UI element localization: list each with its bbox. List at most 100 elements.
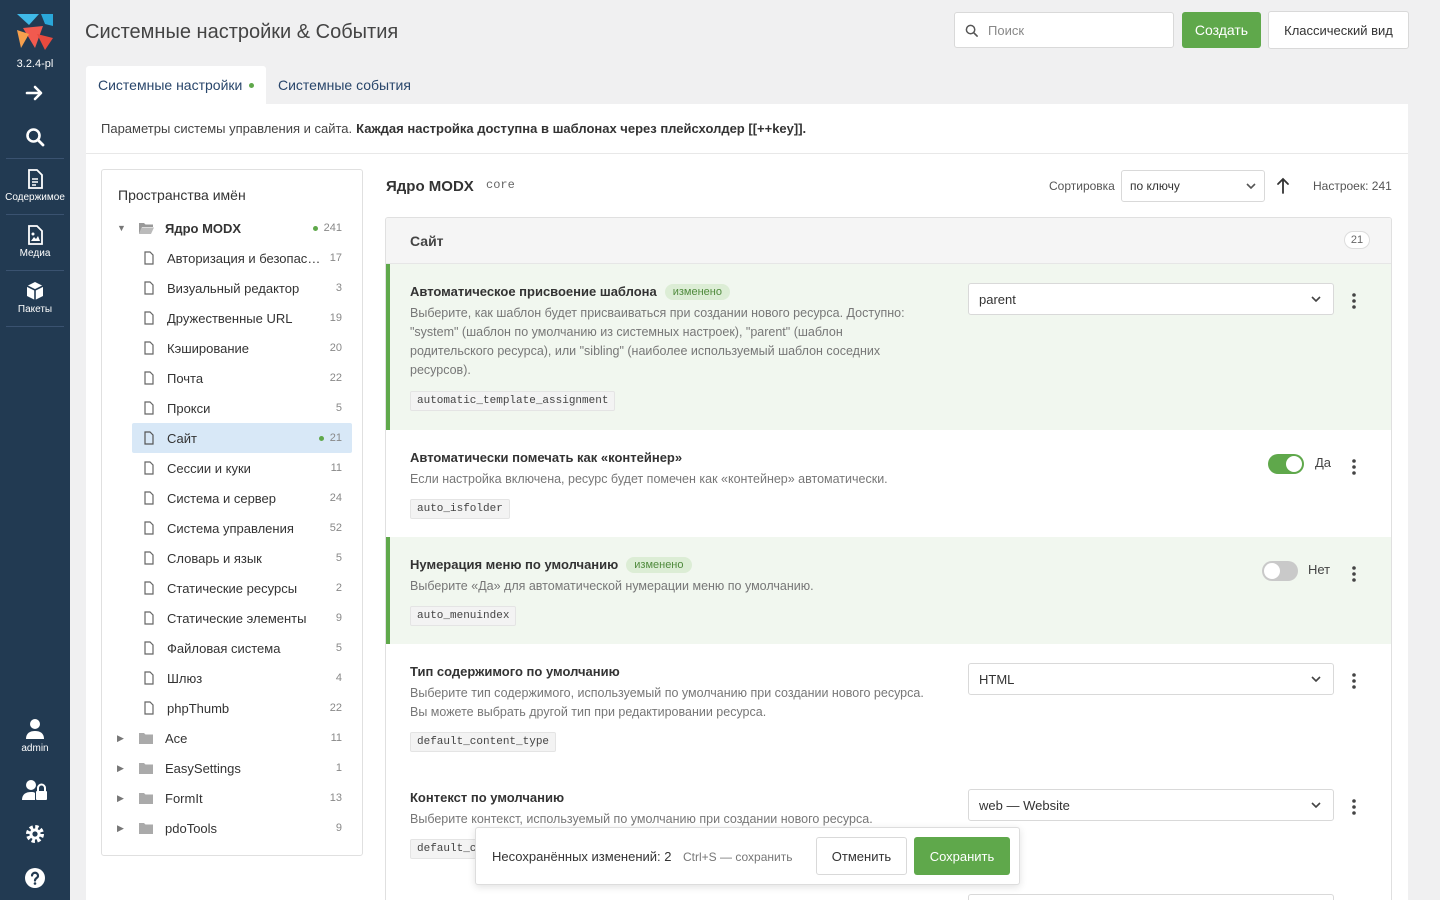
- sidebar-settings-button[interactable]: [0, 820, 70, 848]
- tab-system-settings[interactable]: Системные настройки: [86, 66, 267, 104]
- tree-node[interactable]: Авторизация и безопасность 17: [132, 243, 352, 273]
- namespace-tree-title: Пространства имён: [118, 187, 246, 203]
- gear-icon: [26, 825, 44, 843]
- tree-node-count: 5: [335, 552, 342, 564]
- modified-dot: [312, 225, 318, 231]
- caret-right-icon[interactable]: ▶: [117, 733, 127, 744]
- search-icon: [965, 24, 978, 37]
- tree-node[interactable]: Дружественные URL 19: [132, 303, 352, 333]
- sort-value: по ключу: [1130, 179, 1180, 193]
- cancel-button[interactable]: Отменить: [816, 837, 907, 875]
- sidebar-search-button[interactable]: [0, 124, 70, 150]
- tree-node-namespace[interactable]: ▶ pdoTools 9: [112, 813, 352, 843]
- sidebar-toggle-button[interactable]: [0, 80, 70, 106]
- tab-system-events[interactable]: Системные события: [266, 66, 423, 104]
- tree-node[interactable]: Кэширование 20: [132, 333, 352, 363]
- modx-logo[interactable]: [15, 12, 55, 52]
- tree-node-label: FormIt: [165, 790, 203, 806]
- search-icon: [26, 128, 45, 147]
- more-options-icon[interactable]: [1350, 564, 1358, 584]
- create-button[interactable]: Создать: [1182, 12, 1261, 48]
- tree-node-count: 1: [335, 762, 342, 774]
- tree-node-count: 5: [335, 642, 342, 654]
- tree-node[interactable]: Словарь и язык 5: [132, 543, 352, 573]
- file-icon: [144, 341, 154, 355]
- sidebar-divider: [6, 214, 64, 215]
- more-options-icon[interactable]: [1350, 797, 1358, 817]
- setting-select[interactable]: HTML: [968, 663, 1334, 695]
- tree-node-core[interactable]: ▼ Ядро MODX 241: [112, 213, 352, 243]
- setting-select[interactable]: parent: [968, 283, 1334, 315]
- sort-select[interactable]: по ключу: [1121, 170, 1265, 202]
- tree-node-label: Система и сервер: [167, 490, 277, 506]
- sidebar-access-button[interactable]: [0, 776, 70, 804]
- tree-node[interactable]: Почта 22: [132, 363, 352, 393]
- tree-node[interactable]: Файловая система 5: [132, 633, 352, 663]
- classic-view-button[interactable]: Классический вид: [1268, 11, 1409, 49]
- tree-node[interactable]: Визуальный редактор 3: [132, 273, 352, 303]
- search-box[interactable]: [954, 12, 1174, 48]
- arrow-right-icon: [25, 85, 43, 101]
- setting-row: Тип содержимого по умолчанию Выберите ти…: [386, 644, 1391, 770]
- tree-node[interactable]: Система управления 52: [132, 513, 352, 543]
- search-input[interactable]: [988, 22, 1158, 38]
- more-options-icon[interactable]: [1350, 291, 1358, 311]
- setting-key: auto_menuindex: [410, 606, 517, 626]
- tree-node[interactable]: Система и сервер 24: [132, 483, 352, 513]
- tree-node[interactable]: Сессии и куки 11: [132, 453, 352, 483]
- toggle-label: Нет: [1308, 562, 1331, 577]
- namespace-title: Ядро MODX: [386, 178, 474, 195]
- sort-direction-icon[interactable]: [1276, 176, 1290, 196]
- save-button[interactable]: Сохранить: [914, 837, 1010, 875]
- namespace-tree: Пространства имён ▼ Ядро MODX 241 Автори…: [101, 169, 363, 856]
- sidebar-item-media[interactable]: Медиа: [0, 222, 70, 262]
- caret-down-icon[interactable]: ▼: [117, 223, 127, 233]
- setting-toggle-on[interactable]: [1268, 454, 1304, 474]
- tree-node[interactable]: Прокси 5: [132, 393, 352, 423]
- unsaved-count: Несохранённых изменений: 2: [492, 849, 672, 864]
- tree-node-label: phpThumb: [167, 700, 230, 716]
- tree-node-count: 9: [335, 822, 342, 834]
- tree-node-label: Ядро MODX: [165, 220, 242, 236]
- tree-node[interactable]: Статические элементы 9: [132, 603, 352, 633]
- tree-node-namespace[interactable]: ▶ Ace 11: [112, 723, 352, 753]
- setting-row: Автоматически помечать как «контейнер» Е…: [386, 430, 1391, 537]
- tree-node[interactable]: Статические ресурсы 2: [132, 573, 352, 603]
- main-sidebar: 3.2.4-pl Содержимое Медиа Пакеты admin: [0, 0, 70, 900]
- chevron-down-icon: [1246, 183, 1256, 189]
- tree-node-namespace[interactable]: ▶ EasySettings 1: [112, 753, 352, 783]
- setting-select[interactable]: web — Website: [968, 789, 1334, 821]
- changed-badge: изменено: [626, 557, 692, 573]
- save-shortcut-hint: Ctrl+S — сохранить: [683, 850, 793, 864]
- sidebar-item-content[interactable]: Содержимое: [0, 166, 70, 206]
- folder-icon: [139, 733, 153, 744]
- sort-label: Сортировка: [1049, 179, 1115, 193]
- tab-label: Системные настройки: [98, 77, 243, 93]
- sidebar-user-button[interactable]: admin: [0, 716, 70, 756]
- caret-right-icon[interactable]: ▶: [117, 823, 127, 834]
- caret-right-icon[interactable]: ▶: [117, 763, 127, 774]
- tree-node[interactable]: Шлюз 4: [132, 663, 352, 693]
- chevron-down-icon: [1311, 296, 1321, 302]
- tree-node-label: Кэширование: [167, 340, 250, 356]
- tree-node-label: Дружественные URL: [167, 310, 293, 326]
- tab-label: Системные события: [278, 77, 411, 93]
- file-icon: [144, 611, 154, 625]
- unsaved-changes-bar: Несохранённых изменений: 2 Ctrl+S — сохр…: [475, 827, 1020, 885]
- caret-right-icon[interactable]: ▶: [117, 793, 127, 804]
- description-bar: Параметры системы управления и сайта. Ка…: [86, 104, 1408, 154]
- group-header[interactable]: Сайт 21: [386, 218, 1391, 264]
- setting-select[interactable]: [968, 894, 1334, 900]
- folder-icon: [139, 823, 153, 834]
- tree-node-namespace[interactable]: ▶ FormIt 13: [112, 783, 352, 813]
- tree-node[interactable]: phpThumb 22: [132, 693, 352, 723]
- more-options-icon[interactable]: [1350, 457, 1358, 477]
- setting-description: Если настройка включена, ресурс будет по…: [410, 472, 888, 486]
- toggle-knob: [1264, 563, 1280, 579]
- more-options-icon[interactable]: [1350, 671, 1358, 691]
- setting-key: auto_isfolder: [410, 499, 510, 519]
- sidebar-help-button[interactable]: [0, 864, 70, 892]
- tree-node-selected[interactable]: Сайт 21: [132, 423, 352, 453]
- sidebar-item-packages[interactable]: Пакеты: [0, 278, 70, 318]
- setting-toggle-off[interactable]: [1262, 561, 1298, 581]
